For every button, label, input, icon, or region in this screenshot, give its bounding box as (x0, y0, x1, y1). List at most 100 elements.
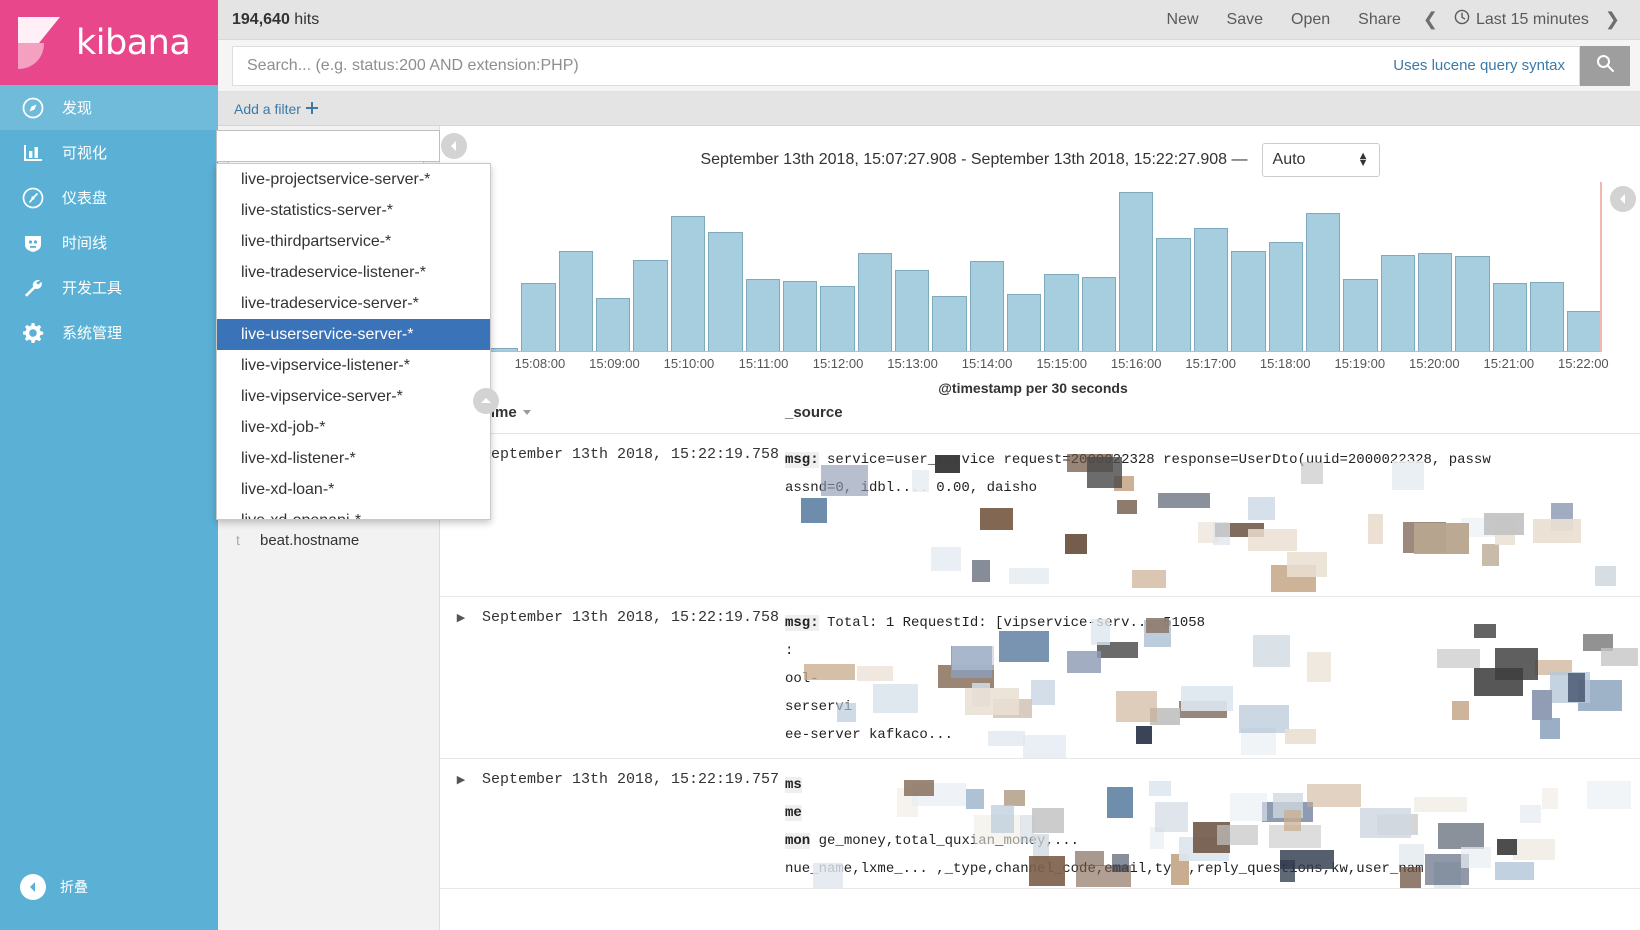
kibana-mark-icon (14, 15, 66, 71)
plus-icon (305, 101, 318, 117)
chart-bar[interactable] (1007, 293, 1042, 352)
kibana-logo[interactable]: kibana (0, 0, 218, 85)
chart-bar[interactable] (1417, 252, 1453, 352)
redacted-block (1031, 680, 1056, 706)
sidebar-item-label: 时间线 (62, 235, 108, 252)
search-icon (1595, 53, 1615, 78)
interval-select[interactable]: Auto ▲ ▼ (1261, 143, 1380, 177)
chart-bar[interactable] (932, 296, 967, 352)
chart-bar[interactable] (1231, 251, 1266, 352)
add-filter-button[interactable]: Add a filter (234, 101, 318, 117)
table-header-row: Time _source (440, 396, 1640, 434)
collapse-nav-button[interactable]: 折叠 (0, 874, 218, 900)
redacted-block (1145, 618, 1170, 634)
redacted-block (1512, 839, 1556, 861)
index-pattern-option[interactable]: live-tradeservice-server-* (217, 288, 490, 319)
sidebar-item-dev-tools[interactable]: 开发工具 (0, 265, 218, 310)
table-row[interactable]: ▶ September 13th 2018, 15:22:19.757 ms me … (440, 759, 1640, 889)
caret-right-icon[interactable]: ▶ (440, 597, 482, 758)
redacted-block (1066, 650, 1101, 674)
sidebar-item-discover[interactable]: 发现 (0, 85, 218, 130)
search-input[interactable] (233, 46, 1394, 85)
lucene-hint-link[interactable]: Uses lucene query syntax (1393, 57, 1579, 74)
table-row[interactable]: ▶ September 13th 2018, 15:22:19.758 msg: T… (440, 597, 1640, 759)
chart-bar[interactable] (1044, 274, 1079, 352)
chart-bar[interactable] (1305, 213, 1341, 352)
redacted-block (1086, 456, 1122, 489)
sidebar-item-management[interactable]: 系统管理 (0, 310, 218, 355)
chart-bar[interactable] (857, 253, 892, 352)
chart-bar[interactable] (670, 216, 706, 352)
redacted-block (804, 663, 856, 680)
index-pattern-option[interactable]: live-thirdpartservice-* (217, 226, 490, 257)
new-button[interactable]: New (1153, 0, 1213, 40)
redacted-block (1181, 686, 1233, 712)
discover-pane: September 13th 2018, 15:07:27.908 - Sept… (440, 126, 1640, 930)
table-row[interactable]: September 13th 2018, 15:22:19.758 msg: se… (440, 434, 1640, 597)
source-field-value: ee-server kafkaco... (785, 727, 954, 743)
chart-bar[interactable] (1268, 241, 1303, 352)
index-pattern-dropdown[interactable]: live-projectservice-server-* live-statist… (216, 163, 491, 520)
chart-bar[interactable] (558, 251, 594, 352)
sidebar-item-timeline[interactable]: 时间线 (0, 220, 218, 265)
chart-bar[interactable] (708, 231, 743, 352)
redacted-block (1541, 788, 1559, 810)
redacted-block (1248, 496, 1275, 521)
index-pattern-option[interactable]: live-xd-job-* (217, 412, 490, 443)
sidebar-item-visualize[interactable]: 可视化 (0, 130, 218, 175)
chart-bar[interactable] (633, 259, 668, 352)
field-list-item[interactable]: t beat.hostname (218, 521, 439, 559)
collapse-sidebar-button-top[interactable] (441, 133, 467, 159)
index-pattern-option[interactable]: live-xd-loan-* (217, 474, 490, 505)
sidebar-item-dashboard[interactable]: 仪表盘 (0, 175, 218, 220)
redacted-block (1595, 565, 1617, 586)
chart-bar[interactable] (1567, 311, 1602, 352)
time-picker-button[interactable]: Last 15 minutes (1446, 9, 1597, 30)
chart-bar[interactable] (1492, 282, 1528, 352)
add-filter-label: Add a filter (234, 100, 301, 117)
redacted-block (912, 470, 930, 492)
scroll-up-button[interactable] (473, 388, 499, 414)
index-pattern-option[interactable]: live-tradeservice-listener-* (217, 257, 490, 288)
redacted-block (1392, 461, 1425, 490)
index-pattern-option[interactable]: live-xd-openapi-* (217, 505, 490, 519)
sort-down-icon[interactable] (522, 404, 532, 421)
sidebar-item-label: 可视化 (62, 145, 108, 162)
chart-bar[interactable] (969, 260, 1005, 352)
chart-bar[interactable] (894, 270, 930, 352)
index-pattern-option[interactable]: live-projectservice-server-* (217, 164, 490, 195)
chart-x-axis-title: @timestamp per 30 seconds (938, 380, 1128, 396)
search-submit-button[interactable] (1580, 45, 1630, 86)
chart-bar[interactable] (1455, 256, 1490, 352)
index-pattern-option[interactable]: live-vipservice-listener-* (217, 350, 490, 381)
caret-right-icon[interactable]: ▶ (440, 759, 482, 888)
chart-bar[interactable] (1193, 228, 1229, 352)
chart-bar[interactable] (521, 282, 556, 352)
index-pattern-option[interactable]: live-vipservice-server-* (217, 381, 490, 412)
source-field-key: me (785, 805, 802, 821)
index-pattern-option[interactable]: live-xd-listener-* (217, 443, 490, 474)
redacted-block (998, 631, 1050, 662)
chart-time-range-label: September 13th 2018, 15:07:27.908 - Sept… (700, 151, 1248, 168)
open-button[interactable]: Open (1277, 0, 1344, 40)
top-bar-actions: New Save Open Share ❮ Last 15 minutes ❯ (1153, 0, 1628, 40)
chevron-left-icon[interactable]: ❮ (1415, 9, 1446, 30)
index-pattern-option[interactable]: live-statistics-server-* (217, 195, 490, 226)
chart-bar[interactable] (1530, 281, 1565, 352)
redacted-block (1111, 853, 1130, 872)
chart-bar[interactable] (1343, 279, 1378, 352)
chart-bar[interactable] (1156, 237, 1191, 352)
index-pattern-option[interactable]: live-userservice-server-* (217, 319, 490, 350)
chart-bar[interactable] (782, 281, 818, 352)
chart-bar[interactable] (1380, 254, 1415, 352)
chart-bar[interactable] (1081, 276, 1117, 352)
chart-bar[interactable] (745, 278, 780, 352)
collapse-chart-right-button[interactable] (1610, 186, 1636, 212)
chevron-right-icon[interactable]: ❯ (1597, 9, 1628, 30)
save-button[interactable]: Save (1213, 0, 1277, 40)
chart-bar[interactable] (820, 286, 855, 352)
share-button[interactable]: Share (1344, 0, 1415, 40)
index-pattern-search-input[interactable] (216, 130, 440, 162)
chart-bar[interactable] (596, 297, 631, 352)
chart-bar[interactable] (1119, 191, 1154, 352)
